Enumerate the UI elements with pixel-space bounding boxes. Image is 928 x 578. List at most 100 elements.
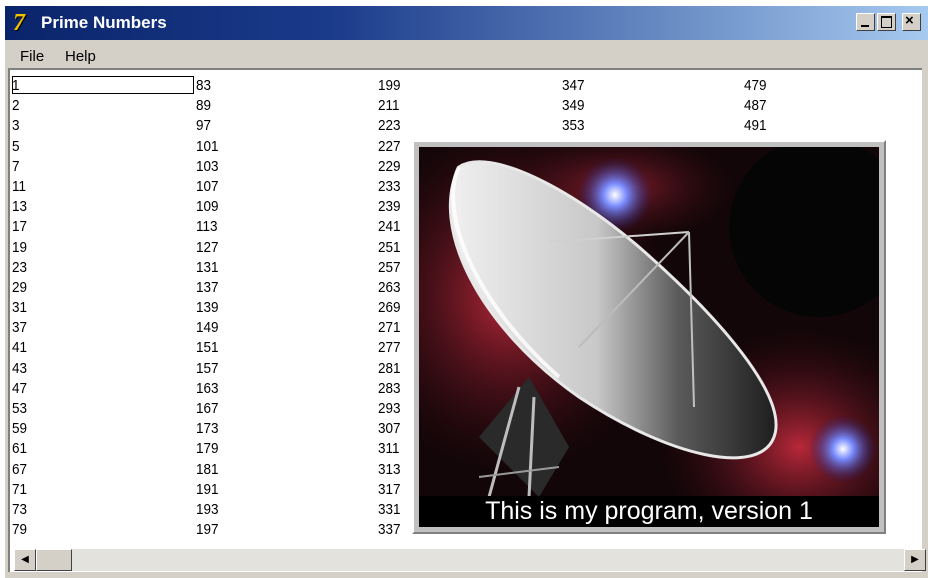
- prime-number[interactable]: 83: [196, 76, 219, 96]
- radio-telescope-image: [349, 117, 928, 567]
- prime-number[interactable]: 263: [378, 278, 401, 298]
- maximize-icon: [881, 16, 892, 28]
- prime-number[interactable]: 127: [196, 238, 219, 258]
- prime-number[interactable]: 151: [196, 338, 219, 358]
- prime-number[interactable]: 173: [196, 419, 219, 439]
- maximize-button[interactable]: [877, 13, 896, 31]
- prime-number[interactable]: 281: [378, 359, 401, 379]
- prime-number[interactable]: 47: [12, 379, 27, 399]
- prime-number[interactable]: 229: [378, 157, 401, 177]
- prime-number[interactable]: 89: [196, 96, 219, 116]
- prime-number[interactable]: 11: [12, 177, 27, 197]
- prime-number[interactable]: 223: [378, 116, 401, 136]
- primes-column-2: 83 89 97 101 103 107 109 113 127 131 137 139 149 151 1…: [196, 76, 221, 540]
- prime-number[interactable]: 17: [12, 217, 27, 237]
- prime-number[interactable]: 193: [196, 500, 219, 520]
- prime-number[interactable]: 313: [378, 460, 401, 480]
- prime-number[interactable]: 2: [12, 96, 27, 116]
- prime-number[interactable]: 199: [378, 76, 401, 96]
- prime-number[interactable]: 37: [12, 318, 27, 338]
- prime-number[interactable]: 179: [196, 439, 219, 459]
- primes-column-4: 347 349 353: [562, 76, 587, 137]
- splash-panel: This is my program, version 1: [349, 117, 928, 567]
- prime-number[interactable]: 7: [12, 157, 27, 177]
- prime-number[interactable]: 101: [196, 137, 219, 157]
- prime-number[interactable]: 131: [196, 258, 219, 278]
- prime-number[interactable]: 67: [12, 460, 27, 480]
- prime-number[interactable]: 23: [12, 258, 27, 278]
- prime-number[interactable]: 283: [378, 379, 401, 399]
- primes-column-1: 1 2 3 5 7 11 13 17 19 23 29 31 37 41 43 47 53 59 61 67 71 73 7…: [12, 76, 29, 540]
- horizontal-scrollbar[interactable]: ◀ ▶: [14, 549, 926, 571]
- prime-number[interactable]: 353: [562, 116, 585, 136]
- prime-number[interactable]: 241: [378, 217, 401, 237]
- prime-number[interactable]: 239: [378, 197, 401, 217]
- prime-number[interactable]: 3: [12, 116, 27, 136]
- prime-number[interactable]: 53: [12, 399, 27, 419]
- prime-number[interactable]: 277: [378, 338, 401, 358]
- window-title: Prime Numbers: [41, 13, 167, 32]
- prime-number[interactable]: 97: [196, 116, 219, 136]
- primes-column-3: 199 211 223 227 229 233 239 241 251 257 263 269 271 2…: [378, 76, 403, 540]
- prime-number[interactable]: 293: [378, 399, 401, 419]
- scroll-left-button[interactable]: ◀: [14, 549, 36, 571]
- prime-number[interactable]: 197: [196, 520, 219, 540]
- title-bar[interactable]: 7 Prime Numbers ×: [5, 6, 928, 40]
- prime-number[interactable]: 331: [378, 500, 401, 520]
- prime-number[interactable]: 311: [378, 439, 401, 459]
- prime-number[interactable]: 41: [12, 338, 27, 358]
- prime-number[interactable]: 337: [378, 520, 401, 540]
- prime-number[interactable]: 13: [12, 197, 27, 217]
- prime-number[interactable]: 181: [196, 460, 219, 480]
- prime-number[interactable]: 19: [12, 238, 27, 258]
- prime-number[interactable]: 31: [12, 298, 27, 318]
- prime-number[interactable]: 491: [744, 116, 767, 136]
- prime-number[interactable]: 157: [196, 359, 219, 379]
- prime-number[interactable]: 307: [378, 419, 401, 439]
- prime-number[interactable]: 107: [196, 177, 219, 197]
- prime-number[interactable]: 349: [562, 96, 585, 116]
- app-icon[interactable]: 7: [13, 11, 35, 35]
- prime-number[interactable]: 479: [744, 76, 767, 96]
- right-arrow-icon: ▶: [911, 554, 919, 565]
- prime-number[interactable]: 103: [196, 157, 219, 177]
- menu-file[interactable]: File: [15, 48, 49, 66]
- splash-caption: This is my program, version 1: [419, 496, 879, 527]
- prime-number[interactable]: 211: [378, 96, 401, 116]
- prime-number[interactable]: 251: [378, 238, 401, 258]
- prime-number[interactable]: 137: [196, 278, 219, 298]
- menu-help[interactable]: Help: [60, 48, 101, 66]
- prime-number[interactable]: 71: [12, 480, 27, 500]
- prime-number[interactable]: 29: [12, 278, 27, 298]
- prime-number[interactable]: 59: [12, 419, 27, 439]
- prime-number[interactable]: 257: [378, 258, 401, 278]
- prime-number[interactable]: 61: [12, 439, 27, 459]
- focus-rectangle: [12, 76, 194, 94]
- primes-column-5: 479 487 491: [744, 76, 769, 137]
- prime-number[interactable]: 233: [378, 177, 401, 197]
- prime-number[interactable]: 113: [196, 217, 219, 237]
- prime-number[interactable]: 5: [12, 137, 27, 157]
- minimize-button[interactable]: [856, 13, 875, 31]
- scroll-right-button[interactable]: ▶: [904, 549, 926, 571]
- prime-number[interactable]: 271: [378, 318, 401, 338]
- prime-number[interactable]: 317: [378, 480, 401, 500]
- prime-number[interactable]: 227: [378, 137, 401, 157]
- prime-number[interactable]: 191: [196, 480, 219, 500]
- prime-number[interactable]: 149: [196, 318, 219, 338]
- prime-number[interactable]: 73: [12, 500, 27, 520]
- prime-number[interactable]: 167: [196, 399, 219, 419]
- prime-number[interactable]: 269: [378, 298, 401, 318]
- prime-number[interactable]: 1: [12, 76, 27, 96]
- minimize-icon: [861, 25, 869, 27]
- close-icon: ×: [905, 12, 914, 29]
- close-button[interactable]: ×: [902, 12, 921, 31]
- prime-number[interactable]: 139: [196, 298, 219, 318]
- prime-number[interactable]: 347: [562, 76, 585, 96]
- prime-number[interactable]: 43: [12, 359, 27, 379]
- prime-number[interactable]: 163: [196, 379, 219, 399]
- prime-number[interactable]: 487: [744, 96, 767, 116]
- scroll-thumb[interactable]: [36, 549, 72, 571]
- prime-number[interactable]: 109: [196, 197, 219, 217]
- prime-number[interactable]: 79: [12, 520, 27, 540]
